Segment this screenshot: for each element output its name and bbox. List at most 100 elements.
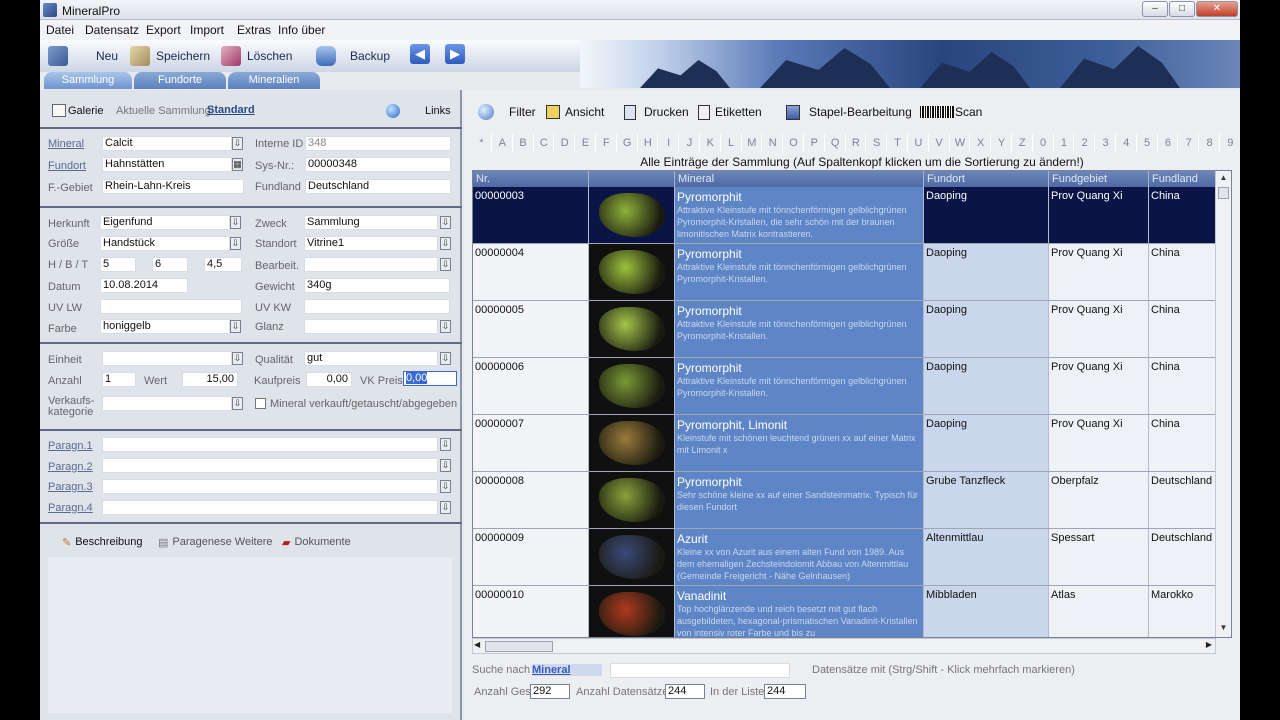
close-button[interactable]: ✕ (1196, 1, 1238, 17)
table-row[interactable]: 00000003 Pyromorphit Attraktive Kleinstufe… (473, 187, 1223, 244)
alphabet-letter[interactable]: Q (826, 134, 846, 152)
mineral-field[interactable]: Calcit (102, 136, 232, 151)
alphabet-letter[interactable]: W (950, 134, 971, 152)
einheit-field[interactable] (102, 351, 232, 366)
table-row[interactable]: 00000006 Pyromorphit Attraktive Kleinstufe… (473, 358, 1223, 415)
alphabet-letter[interactable]: 4 (1117, 134, 1137, 152)
groesse-field[interactable]: Handstück (100, 236, 230, 251)
mineral-dropdown[interactable]: ⇩ (232, 137, 243, 150)
alphabet-letter[interactable]: U (909, 134, 929, 152)
scroll-thumb[interactable] (1218, 187, 1229, 199)
farbe-dropdown[interactable]: ⇩ (230, 320, 241, 333)
alphabet-letter[interactable]: 1 (1054, 134, 1075, 152)
scroll-left-icon[interactable]: ◀ (474, 640, 480, 649)
current-collection-link[interactable]: Standard (207, 104, 255, 116)
menu-import[interactable]: Import (190, 23, 224, 37)
farbe-field[interactable]: honiggelb (100, 319, 230, 334)
alphabet-letter[interactable]: Z (1013, 134, 1033, 152)
paragn-1-label[interactable]: Paragn.1 (48, 440, 93, 452)
fundort-label[interactable]: Fundort (48, 160, 86, 172)
search-input[interactable] (610, 663, 790, 678)
save-button[interactable]: Speichern (130, 44, 210, 68)
alphabet-letter[interactable]: S (867, 134, 888, 152)
alphabet-letter[interactable]: 2 (1075, 134, 1096, 152)
verkaufskategorie-dropdown[interactable]: ⇩ (232, 397, 243, 410)
alphabet-letter[interactable]: E (576, 134, 596, 152)
paragn-1-dropdown[interactable]: ⇩ (440, 438, 451, 451)
gallery-button[interactable]: Galerie (68, 105, 103, 117)
column-header-mineral[interactable]: Mineral (675, 171, 924, 187)
sold-checkbox[interactable] (255, 398, 266, 409)
alphabet-letter[interactable]: J (680, 134, 700, 152)
anzahl-field[interactable]: 1 (102, 372, 136, 387)
filter-button[interactable]: Filter (478, 102, 536, 122)
alphabet-letter[interactable]: C (534, 134, 555, 152)
bearbeit-field[interactable] (304, 257, 438, 272)
uvlw-field[interactable] (100, 299, 242, 314)
paragn-4-label[interactable]: Paragn.4 (48, 502, 93, 514)
menu-info[interactable]: Info über (278, 23, 325, 37)
alphabet-letter[interactable]: G (618, 134, 638, 152)
groesse-dropdown[interactable]: ⇩ (230, 237, 241, 250)
tab-sammlung[interactable]: Sammlung (44, 72, 132, 89)
alphabet-letter[interactable]: R (846, 134, 867, 152)
standort-dropdown[interactable]: ⇩ (440, 237, 451, 250)
alphabet-letter[interactable]: L (722, 134, 742, 152)
alphabet-letter[interactable]: H (638, 134, 659, 152)
width-field[interactable]: 6 (152, 257, 188, 272)
paragn-3-label[interactable]: Paragn.3 (48, 481, 93, 493)
alphabet-letter[interactable]: K (701, 134, 721, 152)
links-button[interactable]: Links (425, 105, 451, 117)
alphabet-letter[interactable]: 6 (1158, 134, 1179, 152)
description-textarea[interactable] (48, 557, 452, 713)
alphabet-letter[interactable]: F (597, 134, 617, 152)
alphabet-letter[interactable]: B (514, 134, 534, 152)
stapel-button[interactable]: Stapel-Bearbeitung (786, 102, 912, 122)
menu-extras[interactable]: Extras (237, 23, 271, 37)
mineral-label[interactable]: Mineral (48, 138, 84, 150)
alphabet-letter[interactable]: 9 (1221, 134, 1240, 152)
alphabet-letter[interactable]: * (472, 134, 492, 152)
table-row[interactable]: 00000010 Vanadinit Top hochglänzende und r… (473, 586, 1223, 637)
zweck-dropdown[interactable]: ⇩ (440, 216, 451, 229)
previous-arrow-icon[interactable]: ◀ (410, 44, 430, 64)
menu-datei[interactable]: Datei (46, 23, 74, 37)
alphabet-letter[interactable]: P (805, 134, 825, 152)
column-header-fundgebiet[interactable]: Fundgebiet (1049, 171, 1149, 187)
vertical-scrollbar[interactable]: ▲ ▼ (1215, 171, 1231, 637)
horizontal-scrollbar[interactable]: ◀ ▶ (472, 638, 1216, 654)
verkaufskategorie-field[interactable] (102, 396, 232, 411)
bearbeit-dropdown[interactable]: ⇩ (440, 258, 451, 271)
ansicht-button[interactable]: Ansicht (546, 102, 604, 122)
alphabet-letter[interactable]: 7 (1179, 134, 1200, 152)
uvkw-field[interactable] (304, 299, 450, 314)
table-row[interactable]: 00000009 Azurit Kleine xx von Azurit aus e… (473, 529, 1223, 586)
etiketten-button[interactable]: Etiketten (698, 102, 762, 122)
search-field-selector[interactable]: Mineral (532, 664, 602, 676)
column-header-nr[interactable]: Nr. (473, 171, 589, 187)
scan-button[interactable]: Scan (920, 102, 982, 122)
paragn-1-field[interactable] (102, 437, 438, 452)
drucken-button[interactable]: Drucken (624, 102, 689, 122)
paragn-3-dropdown[interactable]: ⇩ (440, 480, 451, 493)
table-row[interactable]: 00000008 Pyromorphit Sehr schöne kleine xx… (473, 472, 1223, 529)
gewicht-field[interactable]: 340g (304, 278, 450, 293)
column-header-fundland[interactable]: Fundland (1149, 171, 1223, 187)
new-button[interactable]: Neu (48, 44, 118, 68)
alphabet-letter[interactable]: T (888, 134, 908, 152)
wert-field[interactable]: 15,00 (182, 372, 238, 387)
column-header-fundort[interactable]: Fundort (924, 171, 1049, 187)
standort-field[interactable]: Vitrine1 (304, 236, 438, 251)
paragn-4-field[interactable] (102, 500, 438, 515)
menu-export[interactable]: Export (146, 23, 181, 37)
fundort-field[interactable]: Hahnstätten (102, 157, 232, 172)
next-arrow-icon[interactable]: ▶ (445, 44, 465, 64)
backup-button[interactable]: Backup (316, 44, 390, 68)
tab-beschreibung[interactable]: ✎ Beschreibung (62, 533, 143, 551)
minimize-button[interactable]: – (1142, 1, 1168, 17)
paragn-4-dropdown[interactable]: ⇩ (440, 501, 451, 514)
qualitaet-field[interactable]: gut (304, 351, 438, 366)
table-row[interactable]: 00000004 Pyromorphit Attraktive Kleinstufe… (473, 244, 1223, 301)
tab-paragenese[interactable]: ▤ Paragenese Weitere (158, 533, 273, 551)
paragn-2-dropdown[interactable]: ⇩ (440, 459, 451, 472)
